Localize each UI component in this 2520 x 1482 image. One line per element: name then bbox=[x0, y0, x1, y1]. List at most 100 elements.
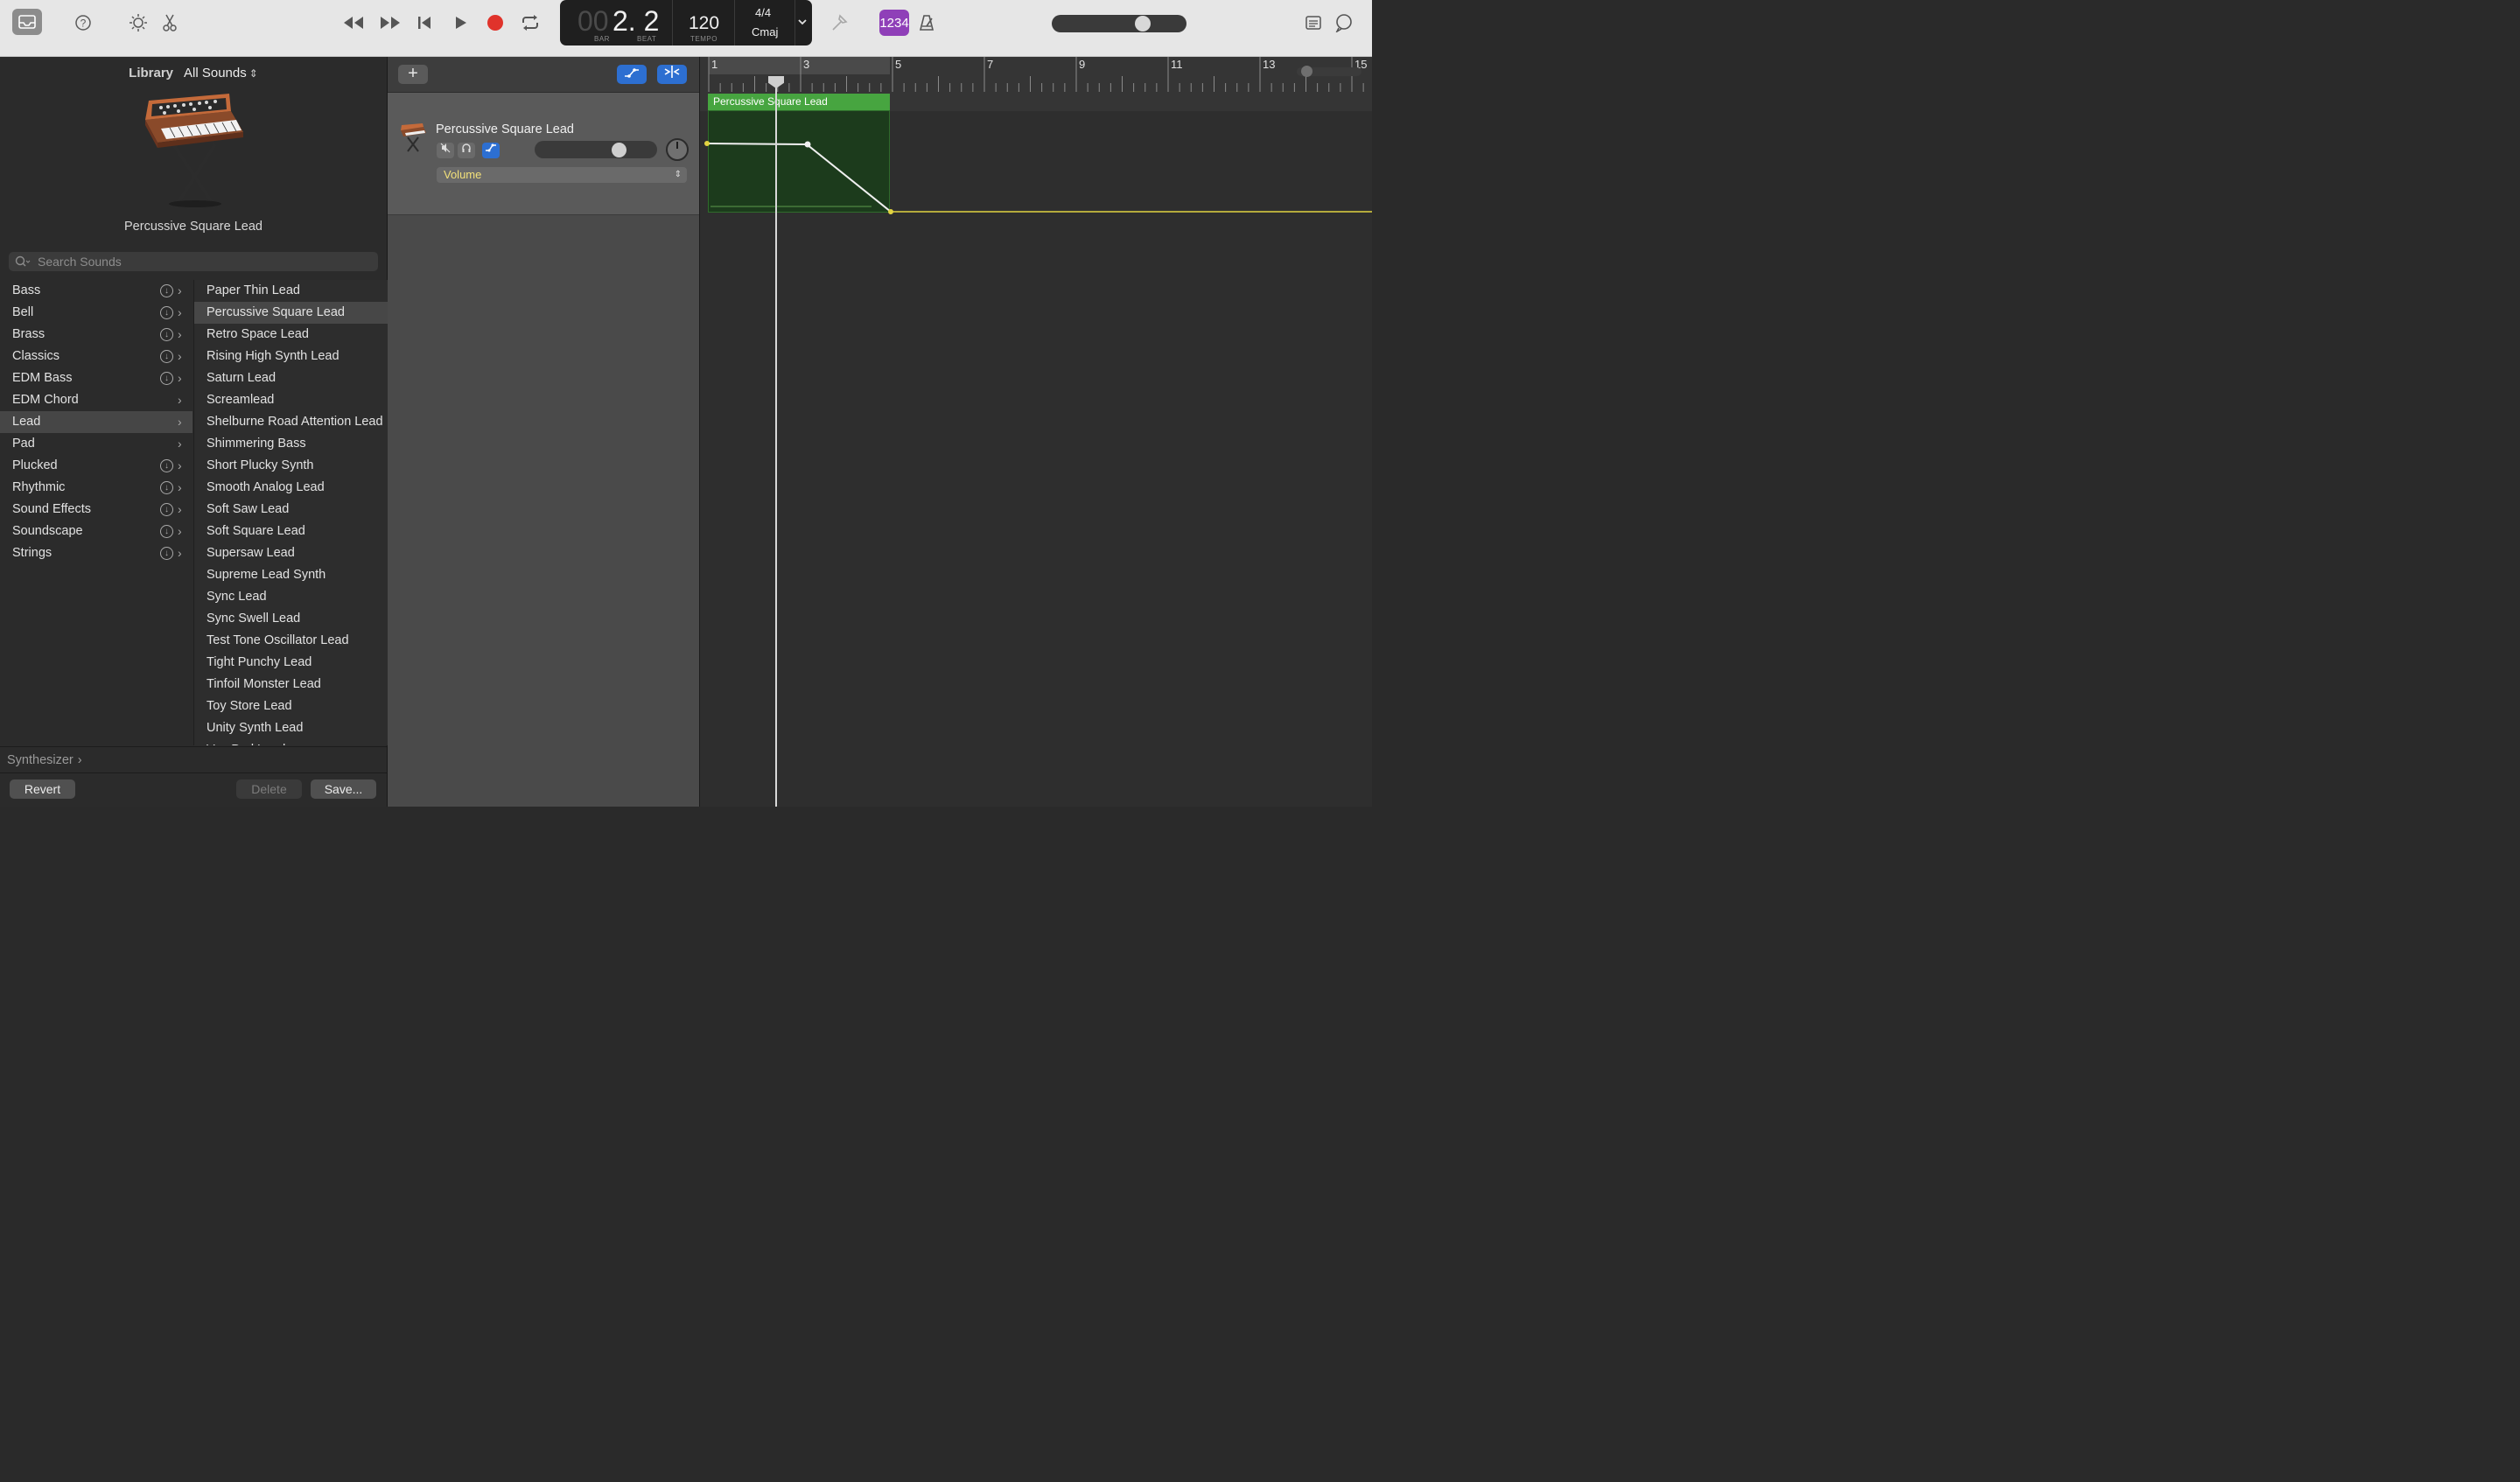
loops-icon[interactable] bbox=[1333, 11, 1355, 34]
patch-item[interactable]: Soft Saw Lead bbox=[194, 499, 388, 521]
bar-prefix: 00 bbox=[578, 5, 609, 37]
smart-controls-icon[interactable] bbox=[127, 11, 150, 34]
patch-item[interactable]: Saturn Lead bbox=[194, 367, 388, 389]
patch-item[interactable]: Toy Store Lead bbox=[194, 696, 388, 717]
patch-item[interactable]: Retro Space Lead bbox=[194, 324, 388, 346]
record-icon[interactable] bbox=[484, 11, 507, 34]
master-volume-knob[interactable] bbox=[1135, 16, 1151, 31]
category-item[interactable]: EDM Bass ↓ › bbox=[0, 367, 192, 389]
download-icon[interactable]: ↓ bbox=[160, 503, 173, 516]
fast-forward-icon[interactable] bbox=[378, 11, 402, 34]
patch-item[interactable]: Supersaw Lead bbox=[194, 542, 388, 564]
patch-item[interactable]: Unity Synth Lead bbox=[194, 717, 388, 739]
category-item[interactable]: Brass ↓ › bbox=[0, 324, 192, 346]
automation-button[interactable] bbox=[617, 65, 647, 84]
category-item[interactable]: Soundscape ↓ › bbox=[0, 521, 192, 542]
patch-item[interactable]: Test Tone Oscillator Lead bbox=[194, 630, 388, 652]
chevron-right-icon: › bbox=[178, 327, 182, 341]
zoom-knob[interactable] bbox=[1301, 66, 1312, 77]
library-icon[interactable] bbox=[12, 9, 42, 35]
tuner-icon[interactable] bbox=[828, 11, 850, 34]
tempo-display[interactable]: 120 TEMPO bbox=[673, 0, 735, 45]
patch-item[interactable]: Sync Lead bbox=[194, 586, 388, 608]
category-item[interactable]: Bell ↓ › bbox=[0, 302, 192, 324]
patch-item[interactable]: Tight Punchy Lead bbox=[194, 652, 388, 674]
patch-item[interactable]: Shimmering Bass bbox=[194, 433, 388, 455]
category-item[interactable]: Rhythmic ↓ › bbox=[0, 477, 192, 499]
add-track-button[interactable]: + bbox=[398, 65, 428, 84]
master-volume-slider[interactable] bbox=[1052, 15, 1186, 32]
position-display[interactable]: 00 2. 2 BAR BEAT bbox=[560, 0, 673, 45]
automation-parameter-label: Volume bbox=[444, 168, 482, 181]
search-input[interactable]: Search Sounds bbox=[9, 252, 378, 271]
playhead[interactable] bbox=[775, 78, 777, 807]
download-icon[interactable]: ↓ bbox=[160, 372, 173, 385]
category-item[interactable]: EDM Chord › bbox=[0, 389, 192, 411]
automation-parameter-popup[interactable]: Volume ⇕ bbox=[437, 167, 687, 183]
patch-item[interactable]: Percussive Square Lead bbox=[194, 302, 388, 324]
tracks-header-area: + Percussive Square Lead Volume ⇕ bbox=[388, 57, 700, 807]
category-item[interactable]: Bass ↓ › bbox=[0, 280, 192, 302]
patch-item[interactable]: Shelburne Road Attention Lead bbox=[194, 411, 388, 433]
track-volume-slider[interactable] bbox=[535, 141, 657, 158]
patch-item[interactable]: Supreme Lead Synth bbox=[194, 564, 388, 586]
notepad-icon[interactable] bbox=[1302, 11, 1325, 34]
automation-point[interactable] bbox=[704, 141, 710, 146]
delete-button[interactable]: Delete bbox=[236, 779, 302, 799]
category-item[interactable]: Sound Effects ↓ › bbox=[0, 499, 192, 521]
pan-knob[interactable] bbox=[666, 138, 689, 161]
patch-item[interactable]: Paper Thin Lead bbox=[194, 280, 388, 302]
count-in-icon[interactable]: 1234 bbox=[879, 10, 909, 36]
category-item[interactable]: Lead › bbox=[0, 411, 192, 433]
automation-curve[interactable] bbox=[700, 57, 1372, 232]
track-name[interactable]: Percussive Square Lead bbox=[436, 122, 574, 136]
download-icon[interactable]: ↓ bbox=[160, 459, 173, 472]
rewind-icon[interactable] bbox=[341, 11, 366, 34]
download-icon[interactable]: ↓ bbox=[160, 350, 173, 363]
patch-item[interactable]: Vox Pad Lead bbox=[194, 739, 388, 745]
patch-item[interactable]: Short Plucky Synth bbox=[194, 455, 388, 477]
category-item[interactable]: Classics ↓ › bbox=[0, 346, 192, 367]
patch-item[interactable]: Sync Swell Lead bbox=[194, 608, 388, 630]
catch-playhead-button[interactable] bbox=[657, 65, 687, 84]
patch-item[interactable]: Screamlead bbox=[194, 389, 388, 411]
download-icon[interactable]: ↓ bbox=[160, 481, 173, 494]
empty-tracks-area[interactable] bbox=[388, 215, 699, 807]
patch-item[interactable]: Tinfoil Monster Lead bbox=[194, 674, 388, 696]
help-icon[interactable]: ? bbox=[72, 11, 94, 34]
cycle-icon[interactable] bbox=[519, 11, 542, 34]
horizontal-zoom-slider[interactable] bbox=[1297, 66, 1362, 77]
revert-button[interactable]: Revert bbox=[10, 779, 75, 799]
download-icon[interactable]: ↓ bbox=[160, 328, 173, 341]
lcd-display[interactable]: 00 2. 2 BAR BEAT 120 TEMPO 4/4 Cmaj bbox=[560, 0, 812, 45]
save-button[interactable]: Save... bbox=[311, 779, 376, 799]
go-to-start-icon[interactable] bbox=[413, 11, 436, 34]
category-item[interactable]: Strings ↓ › bbox=[0, 542, 192, 564]
download-icon[interactable]: ↓ bbox=[160, 284, 173, 297]
track-volume-knob[interactable] bbox=[612, 143, 626, 157]
download-icon[interactable]: ↓ bbox=[160, 306, 173, 319]
key-signature: Cmaj bbox=[752, 25, 779, 38]
automation-point[interactable] bbox=[804, 141, 811, 148]
sound-filter-popup[interactable]: All Sounds bbox=[184, 66, 247, 80]
scissors-icon[interactable] bbox=[158, 11, 181, 34]
track-automation-button[interactable] bbox=[482, 143, 500, 158]
tracks-area[interactable]: 1 3 5 7 9 11 13 15 Percussive Square Lead bbox=[700, 57, 1372, 807]
patch-item[interactable]: Soft Square Lead bbox=[194, 521, 388, 542]
play-icon[interactable] bbox=[449, 11, 472, 34]
library-path-breadcrumb[interactable]: Synthesizer › bbox=[0, 746, 387, 772]
category-item[interactable]: Plucked ↓ › bbox=[0, 455, 192, 477]
download-icon[interactable]: ↓ bbox=[160, 525, 173, 538]
signature-key-display[interactable]: 4/4 Cmaj bbox=[735, 0, 795, 45]
mute-button[interactable] bbox=[437, 143, 454, 158]
solo-button[interactable] bbox=[458, 143, 475, 158]
patch-item[interactable]: Rising High Synth Lead bbox=[194, 346, 388, 367]
track-header[interactable]: Percussive Square Lead Volume ⇕ bbox=[388, 93, 699, 215]
automation-point[interactable] bbox=[888, 209, 893, 214]
lcd-menu-chevron-icon[interactable] bbox=[796, 16, 812, 31]
download-icon[interactable]: ↓ bbox=[160, 547, 173, 560]
category-label: Lead bbox=[12, 415, 41, 429]
category-item[interactable]: Pad › bbox=[0, 433, 192, 455]
metronome-icon[interactable] bbox=[915, 11, 938, 34]
patch-item[interactable]: Smooth Analog Lead bbox=[194, 477, 388, 499]
